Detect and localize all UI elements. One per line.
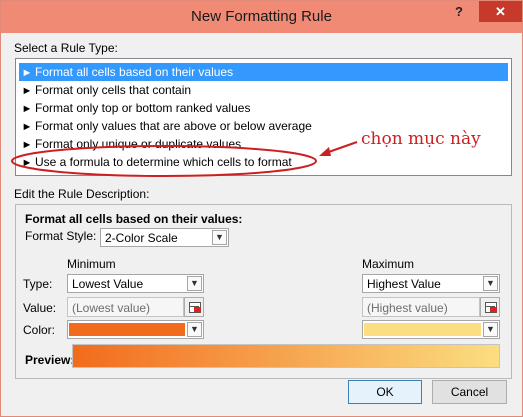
rule-description-heading: Edit the Rule Description:	[14, 187, 150, 201]
annotation-arrow-head	[319, 147, 331, 156]
maximum-heading: Maximum	[362, 257, 415, 271]
color-label: Color:	[23, 323, 56, 337]
minimum-type-select[interactable]: Lowest Value ▼	[67, 274, 204, 293]
maximum-value-field[interactable]: (Highest value)	[362, 297, 480, 317]
preview-gradient	[72, 344, 500, 368]
cancel-button[interactable]: Cancel	[432, 380, 507, 404]
chevron-down-icon[interactable]: ▼	[483, 322, 498, 337]
preview-label: Preview:	[25, 353, 75, 367]
ok-button[interactable]: OK	[348, 380, 422, 404]
annotation-ellipse	[11, 145, 317, 177]
maximum-type-select[interactable]: Highest Value ▼	[362, 274, 500, 293]
maximum-value-placeholder: (Highest value)	[367, 301, 448, 315]
format-style-value: 2-Color Scale	[105, 231, 178, 245]
minimum-color-picker[interactable]: ▼	[67, 320, 204, 339]
format-style-select[interactable]: 2-Color Scale ▼	[100, 228, 229, 247]
minimum-type-value: Lowest Value	[72, 277, 144, 291]
chevron-down-icon[interactable]: ▼	[187, 276, 202, 291]
annotation-text: chọn mục này	[361, 129, 481, 149]
minimum-heading: Minimum	[67, 257, 116, 271]
dialog-window: New Formatting Rule ? ✕ Select a Rule Ty…	[0, 0, 523, 417]
minimum-range-selector-icon[interactable]	[184, 297, 204, 317]
minimum-color-swatch	[69, 323, 185, 336]
chevron-down-icon[interactable]: ▼	[483, 276, 498, 291]
chevron-down-icon[interactable]: ▼	[212, 230, 227, 245]
description-subheading: Format all cells based on their values:	[25, 212, 243, 226]
maximum-color-picker[interactable]: ▼	[362, 320, 500, 339]
format-style-label: Format Style:	[25, 229, 97, 243]
value-label: Value:	[23, 301, 57, 315]
minimum-value-placeholder: (Lowest value)	[72, 301, 151, 315]
maximum-type-value: Highest Value	[367, 277, 441, 291]
type-label: Type:	[23, 277, 53, 291]
maximum-color-swatch	[364, 323, 481, 336]
chevron-down-icon[interactable]: ▼	[187, 322, 202, 337]
minimum-value-field[interactable]: (Lowest value)	[67, 297, 184, 317]
maximum-range-selector-icon[interactable]	[480, 297, 500, 317]
